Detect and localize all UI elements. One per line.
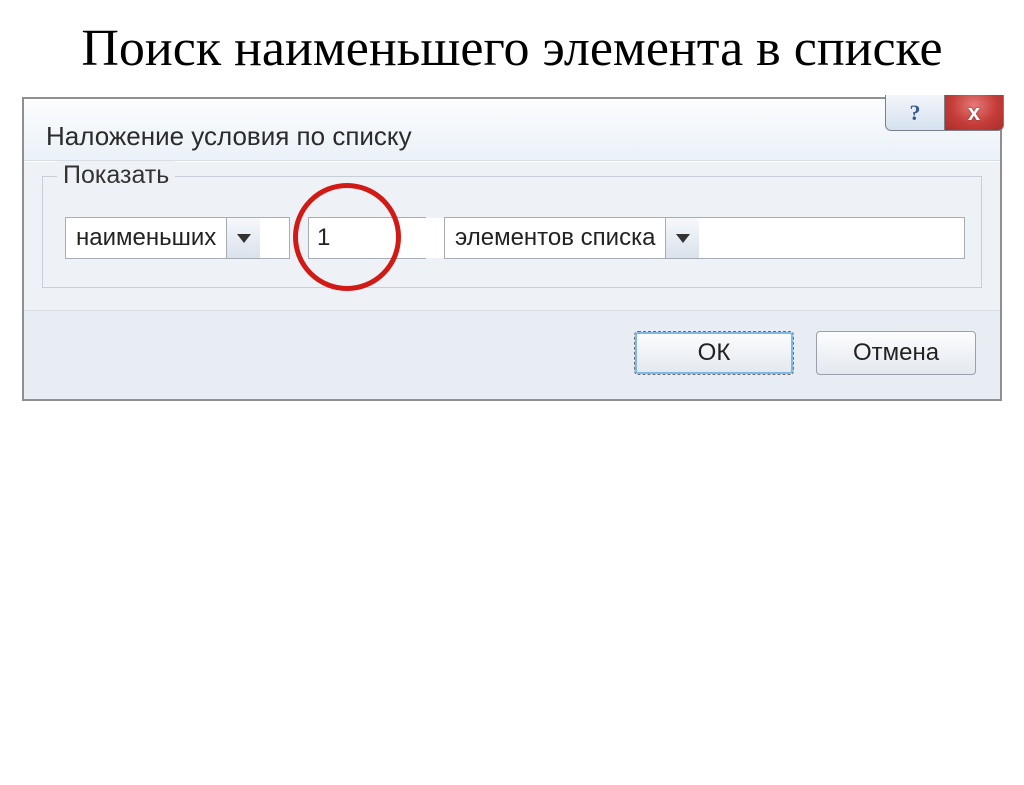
dropdown-units-value: элементов списка [445, 218, 665, 258]
dialog-body: Показать наименьших [24, 161, 1000, 310]
page-title: Поиск наименьшего элемента в списке [40, 18, 984, 79]
chevron-down-icon [237, 234, 251, 243]
dialog-title: Наложение условия по списку [46, 121, 412, 152]
help-button[interactable]: ? [885, 95, 945, 131]
fieldset-show: Показать наименьших [42, 176, 982, 288]
dropdown-top-bottom[interactable]: наименьших [65, 217, 290, 259]
ok-button[interactable]: ОК [634, 331, 794, 375]
dropdown-top-bottom-value: наименьших [66, 218, 226, 258]
close-icon: x [968, 100, 980, 126]
titlebar-buttons: ? x [885, 95, 1004, 131]
dialog: ? x Наложение условия по списку Показать… [22, 97, 1002, 401]
controls-row: наименьших [65, 217, 965, 259]
dropdown-top-bottom-toggle[interactable] [226, 218, 260, 258]
dialog-footer: ОК Отмена [24, 310, 1000, 399]
fieldset-legend: Показать [57, 161, 175, 190]
help-icon: ? [910, 100, 921, 126]
dropdown-units-toggle[interactable] [665, 218, 699, 258]
chevron-down-icon [676, 234, 690, 243]
cancel-button[interactable]: Отмена [816, 331, 976, 375]
close-button[interactable]: x [944, 95, 1004, 131]
dropdown-units[interactable]: элементов списка [444, 217, 965, 259]
dialog-container: ? x Наложение условия по списку Показать… [22, 97, 1002, 401]
titlebar: ? x Наложение условия по списку [24, 99, 1000, 161]
quantity-stepper[interactable] [308, 217, 426, 259]
